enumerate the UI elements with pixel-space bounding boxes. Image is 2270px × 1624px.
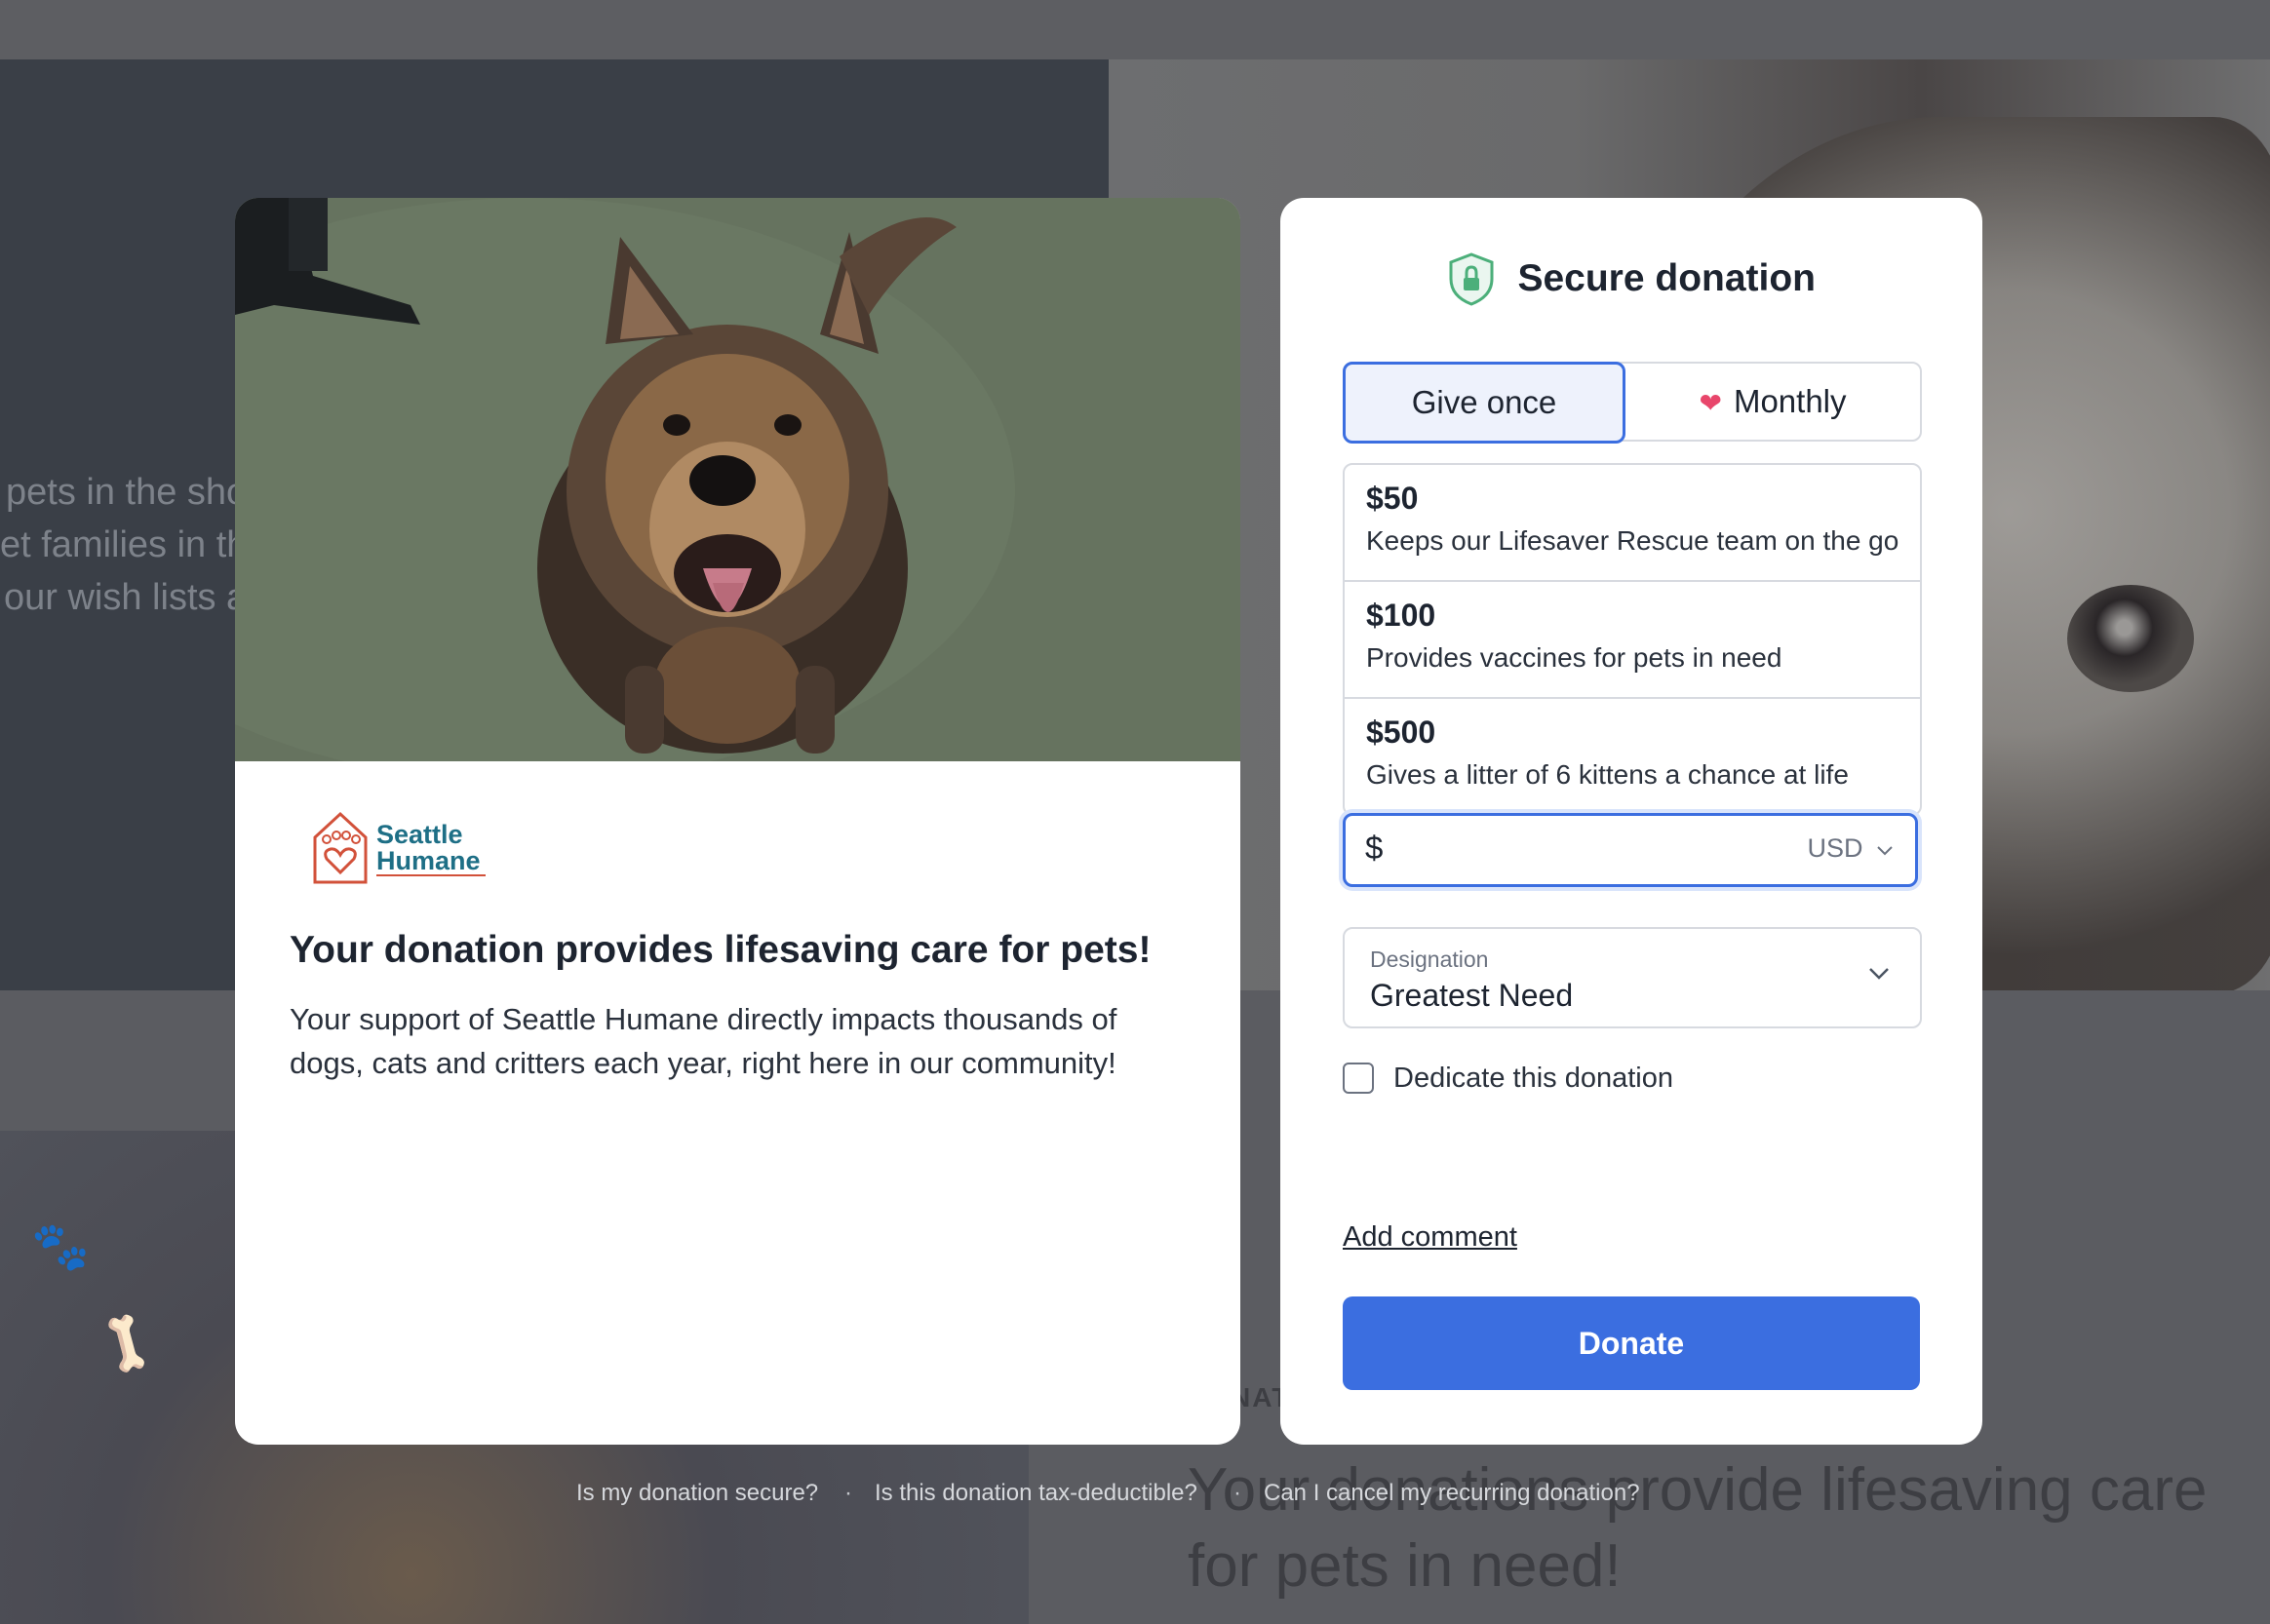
logo-underline (376, 874, 486, 876)
logo-wordmark: Seattle Humane (376, 820, 481, 875)
currency-select[interactable]: USD (1807, 833, 1894, 864)
background-heading: Your donations provide lifesaving care f… (1188, 1456, 2208, 1600)
monthly-label: Monthly (1733, 383, 1847, 419)
donation-card: Secure donation Give once ❤ Monthly $50 K… (1280, 198, 1982, 1445)
custom-amount-input[interactable] (1396, 824, 1771, 876)
faq-link-cancel[interactable]: Can I cancel my recurring donation? (1264, 1480, 1640, 1507)
custom-amount-field: $ USD (1343, 813, 1918, 887)
amount-value: $50 (1366, 481, 1419, 516)
dog-photo (235, 198, 1240, 761)
info-title: Your donation provides lifesaving care f… (290, 929, 1152, 971)
amount-option-500[interactable]: $500 Gives a litter of 6 kittens a chanc… (1345, 699, 1920, 814)
amount-value: $500 (1366, 715, 1436, 750)
amount-options: $50 Keeps our Lifesaver Rescue team on t… (1343, 463, 1922, 816)
paw-icon: 🐾 (31, 1221, 90, 1273)
currency-code: USD (1807, 833, 1863, 863)
designation-label: Designation (1370, 947, 1489, 972)
faq-link-tax[interactable]: Is this donation tax-deductible? (875, 1480, 1197, 1507)
background-dog-eye (2067, 585, 2194, 692)
designation-value: Greatest Need (1370, 978, 1574, 1013)
chevron-down-icon (1877, 846, 1893, 856)
amount-description: Gives a litter of 6 kittens a chance at … (1366, 759, 1849, 790)
donate-button[interactable]: Donate (1343, 1296, 1920, 1390)
dedicate-label: Dedicate this donation (1393, 1063, 1673, 1094)
dedicate-checkbox[interactable] (1343, 1063, 1374, 1094)
amount-description: Keeps our Lifesaver Rescue team on the g… (1366, 525, 1899, 556)
shield-lock-icon (1449, 252, 1494, 306)
amount-value: $100 (1366, 598, 1436, 633)
info-card: Seattle Humane Your donation provides li… (235, 198, 1240, 1445)
give-once-tab[interactable]: Give once (1343, 362, 1625, 444)
amount-option-50[interactable]: $50 Keeps our Lifesaver Rescue team on t… (1345, 465, 1920, 582)
faq-separator: · (844, 1480, 852, 1506)
donation-header: Secure donation (1280, 251, 1982, 310)
background-text-line: pets in the sho (6, 472, 248, 513)
donation-title: Secure donation (1517, 257, 1816, 299)
background-text-line: our wish lists a (4, 577, 248, 618)
add-comment-link[interactable]: Add comment (1343, 1221, 1517, 1254)
frequency-toggle: Give once ❤ Monthly (1343, 362, 1922, 444)
faq-separator: · (1233, 1480, 1241, 1506)
info-body: Your support of Seattle Humane directly … (290, 1002, 1117, 1080)
currency-symbol: $ (1365, 830, 1384, 866)
monthly-tab[interactable]: ❤ Monthly (1627, 364, 1918, 440)
background-text-line: et families in th (0, 524, 248, 565)
chevron-down-icon (1869, 968, 1889, 980)
amount-description: Provides vaccines for pets in need (1366, 642, 1782, 673)
background-top-bar (0, 0, 2270, 59)
faq-link-secure[interactable]: Is my donation secure? (576, 1480, 818, 1507)
heart-icon: ❤ (1699, 388, 1722, 418)
designation-select[interactable]: Designation Greatest Need (1343, 927, 1922, 1028)
amount-option-100[interactable]: $100 Provides vaccines for pets in need (1345, 582, 1920, 699)
